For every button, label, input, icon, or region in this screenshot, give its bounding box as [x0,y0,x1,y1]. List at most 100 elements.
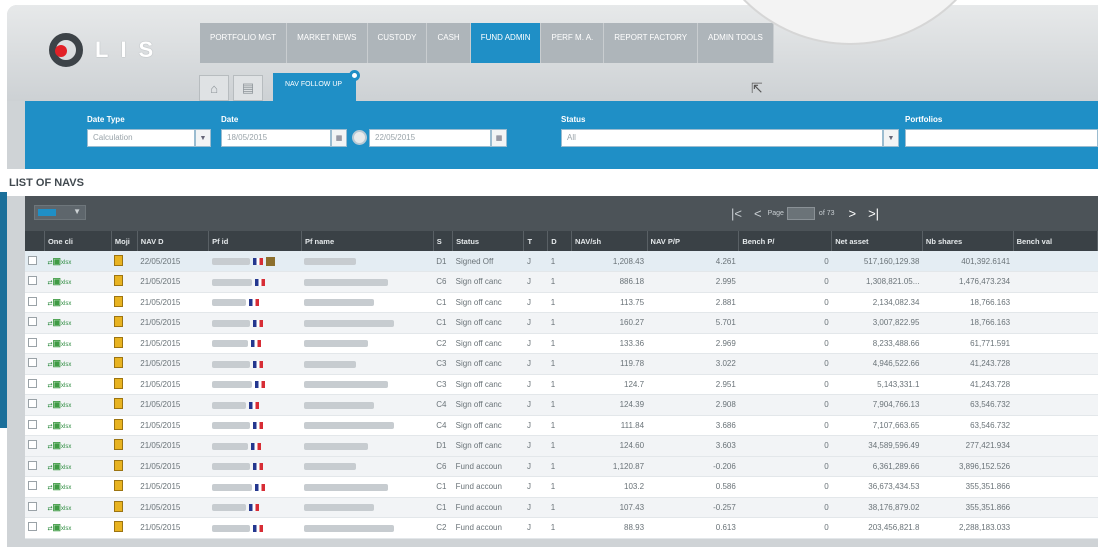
table-row[interactable]: ⇄▣xlsx 21/05/2015 C2 Sign off canc J 1 133.36 2… [25,333,1098,354]
row-checkbox[interactable] [25,292,45,313]
row-checkbox[interactable] [25,476,45,498]
column-header-nav-sh[interactable]: NAV/sh [571,231,648,251]
row-checkbox[interactable] [25,394,45,416]
column-header-d[interactable]: D [547,231,572,251]
column-header-bench-p[interactable]: Bench P/ [738,231,833,251]
home-icon[interactable]: ⌂ [199,75,229,101]
row-checkbox[interactable] [25,497,45,518]
close-tab-icon[interactable] [349,70,361,81]
memo-icon[interactable] [111,374,138,395]
export-excel-icon[interactable]: ⇄▣xlsx [44,456,112,477]
date-type-select[interactable]: Calculation [87,129,195,147]
table-row[interactable]: ⇄▣xlsx 21/05/2015 C6 Sign off canc J 1 886.18 2… [25,271,1098,293]
table-row[interactable]: ⇄▣xlsx 21/05/2015 C3 Sign off canc J 1 124.7 2.… [25,374,1098,395]
memo-icon[interactable] [111,271,138,293]
date-type-dropdown-icon[interactable]: ▼ [195,129,211,147]
export-excel-icon[interactable]: ⇄▣xlsx [44,517,112,539]
column-header-s[interactable]: S [433,231,454,251]
table-row[interactable]: ⇄▣xlsx 21/05/2015 C3 Sign off canc J 1 119.78 3… [25,353,1098,375]
export-excel-icon[interactable]: ⇄▣xlsx [44,476,112,498]
memo-icon[interactable] [111,435,138,457]
memo-icon[interactable] [111,333,138,354]
row-checkbox[interactable] [25,353,45,375]
column-header-status[interactable]: Status [452,231,525,251]
export-excel-icon[interactable]: ⇄▣xlsx [44,353,112,375]
column-header-nb-shares[interactable]: Nb shares [922,231,1014,251]
memo-icon[interactable] [111,415,138,436]
row-checkbox[interactable] [25,456,45,477]
status-select[interactable]: All [561,129,883,147]
row-checkbox[interactable] [25,374,45,395]
export-excel-icon[interactable]: ⇄▣xlsx [44,292,112,313]
column-header-t[interactable]: T [523,231,549,251]
row-checkbox[interactable] [25,251,45,272]
table-row[interactable]: ⇄▣xlsx 21/05/2015 C4 Sign off canc J 1 124.39 2… [25,394,1098,416]
table-row[interactable]: ⇄▣xlsx 21/05/2015 C2 Fund accoun J 1 88.93 0.61… [25,517,1098,539]
date-to-calendar-icon[interactable]: ▦ [491,129,507,147]
rows-per-page-select[interactable]: ▼ [34,205,86,220]
memo-icon[interactable] [111,456,138,477]
page-number-input[interactable] [786,207,815,220]
table-row[interactable]: ⇄▣xlsx 21/05/2015 C1 Fund accoun J 1 107.43 -0.… [25,497,1098,518]
column-header-pf-id[interactable]: Pf id [208,231,302,251]
first-page-icon[interactable]: |< [731,206,742,221]
column-header-one-cli[interactable]: One cli [44,231,112,251]
tab-report-factory[interactable]: REPORT FACTORY [604,23,699,63]
tab-perf-m-a[interactable]: PERF M. A. [541,23,605,63]
date-from-input[interactable]: 18/05/2015 [221,129,331,147]
memo-icon[interactable] [111,251,138,272]
memo-icon[interactable] [111,292,138,313]
row-checkbox[interactable] [25,312,45,334]
memo-icon[interactable] [111,353,138,375]
column-header-net-asset[interactable]: Net asset [831,231,923,251]
memo-icon[interactable] [111,497,138,518]
export-excel-icon[interactable]: ⇄▣xlsx [44,251,112,272]
export-excel-icon[interactable]: ⇄▣xlsx [44,333,112,354]
export-excel-icon[interactable]: ⇄▣xlsx [44,394,112,416]
tab-portfolio-mgt[interactable]: PORTFOLIO MGT [200,23,288,63]
export-excel-icon[interactable]: ⇄▣xlsx [44,497,112,518]
previous-page-icon[interactable]: < [754,206,762,221]
export-excel-icon[interactable]: ⇄▣xlsx [44,271,112,293]
row-checkbox[interactable] [25,271,45,293]
status-dropdown-icon[interactable]: ▼ [883,129,899,147]
memo-icon[interactable] [111,394,138,416]
table-row[interactable]: ⇄▣xlsx 21/05/2015 C1 Sign off canc J 1 113.75 2… [25,292,1098,313]
tab-nav-follow-up[interactable]: NAV FOLLOW UP [273,70,361,101]
export-excel-icon[interactable]: ⇄▣xlsx [44,415,112,436]
tab-cash[interactable]: CASH [427,23,471,63]
row-checkbox[interactable] [25,333,45,354]
export-excel-icon[interactable]: ⇄▣xlsx [44,312,112,334]
date-to-input[interactable]: 22/05/2015 [369,129,491,147]
document-icon[interactable]: ▤ [233,75,263,101]
tab-fund-admin[interactable]: FUND ADMIN [470,23,542,63]
tab-custody[interactable]: CUSTODY [367,23,428,63]
tab-market-news[interactable]: MARKET NEWS [287,23,368,63]
tab-admin-tools[interactable]: ADMIN TOOLS [698,23,774,63]
column-header-nav-d[interactable]: NAV D [137,231,210,251]
memo-icon[interactable] [111,312,138,334]
net-asset-cell: 517,160,129.38 [831,251,923,272]
column-header-moji[interactable]: Moji [111,231,138,251]
row-checkbox[interactable] [25,435,45,457]
table-row[interactable]: ⇄▣xlsx 21/05/2015 C1 Sign off canc J 1 160.27 5… [25,312,1098,334]
row-checkbox[interactable] [25,415,45,436]
date-range-toggle-icon[interactable] [352,130,367,145]
memo-icon[interactable] [111,517,138,539]
column-header-pf-name[interactable]: Pf name [301,231,434,251]
table-row[interactable]: ⇄▣xlsx 21/05/2015 C6 Fund accoun J 1 1,120.87-… [25,456,1098,477]
export-excel-icon[interactable]: ⇄▣xlsx [44,374,112,395]
last-page-icon[interactable]: >| [868,206,879,221]
portfolios-input[interactable] [905,129,1098,147]
table-row[interactable]: ⇄▣xlsx 21/05/2015 C4 Sign off canc J 1 111.84 3… [25,415,1098,436]
table-row[interactable]: ⇄▣xlsx 21/05/2015 D1 Sign off canc J 1 124.60 3… [25,435,1098,457]
column-header-nav-p-p[interactable]: NAV P/P [647,231,740,251]
memo-icon[interactable] [111,476,138,498]
table-row[interactable]: ⇄▣xlsx 21/05/2015 C1 Fund accoun J 1 103.2 0.58… [25,476,1098,498]
next-page-icon[interactable]: > [849,206,857,221]
export-excel-icon[interactable]: ⇄▣xlsx [44,435,112,457]
table-row[interactable]: ⇄▣xlsx 22/05/2015 D1 Signed Off J 1 1,208.43 4.… [25,251,1098,272]
column-header-bench-val[interactable]: Bench val [1013,231,1098,251]
row-checkbox[interactable] [25,517,45,539]
date-from-calendar-icon[interactable]: ▦ [331,129,347,147]
